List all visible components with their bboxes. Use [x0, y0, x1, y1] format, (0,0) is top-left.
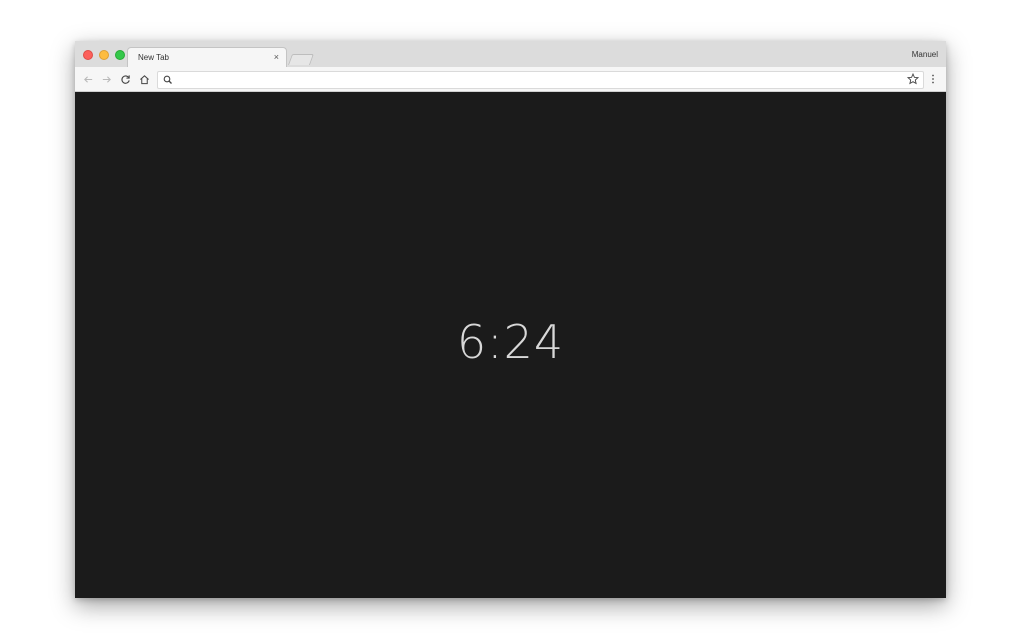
back-arrow-icon: [83, 75, 92, 83]
star-icon[interactable]: [906, 72, 920, 86]
tab-close-icon[interactable]: ×: [274, 52, 279, 62]
tab-new-tab[interactable]: New Tab ×: [127, 47, 287, 69]
forward-button[interactable]: [99, 72, 113, 86]
clock-display: 6:24: [456, 315, 565, 369]
omnibox[interactable]: [157, 71, 924, 89]
home-button[interactable]: [137, 72, 151, 86]
toolbar: [75, 67, 946, 92]
title-bar: New Tab × Manuel: [75, 41, 946, 69]
address-input[interactable]: [178, 72, 898, 88]
new-tab-button[interactable]: [287, 54, 315, 65]
window-controls: [83, 50, 125, 60]
close-window-button[interactable]: [83, 50, 93, 60]
maximize-window-button[interactable]: [115, 50, 125, 60]
profile-name[interactable]: Manuel: [912, 50, 938, 59]
tab-title: New Tab: [138, 53, 169, 62]
kebab-menu-icon: [932, 74, 934, 84]
reload-icon: [120, 74, 130, 84]
search-icon: [163, 75, 172, 84]
menu-button[interactable]: [926, 72, 940, 86]
minimize-window-button[interactable]: [99, 50, 109, 60]
browser-window: New Tab × Manuel 6:24: [75, 41, 946, 598]
forward-arrow-icon: [102, 75, 111, 83]
reload-button[interactable]: [118, 72, 132, 86]
back-button[interactable]: [81, 72, 95, 86]
new-tab-page: 6:24: [75, 92, 946, 598]
home-icon: [139, 74, 149, 84]
